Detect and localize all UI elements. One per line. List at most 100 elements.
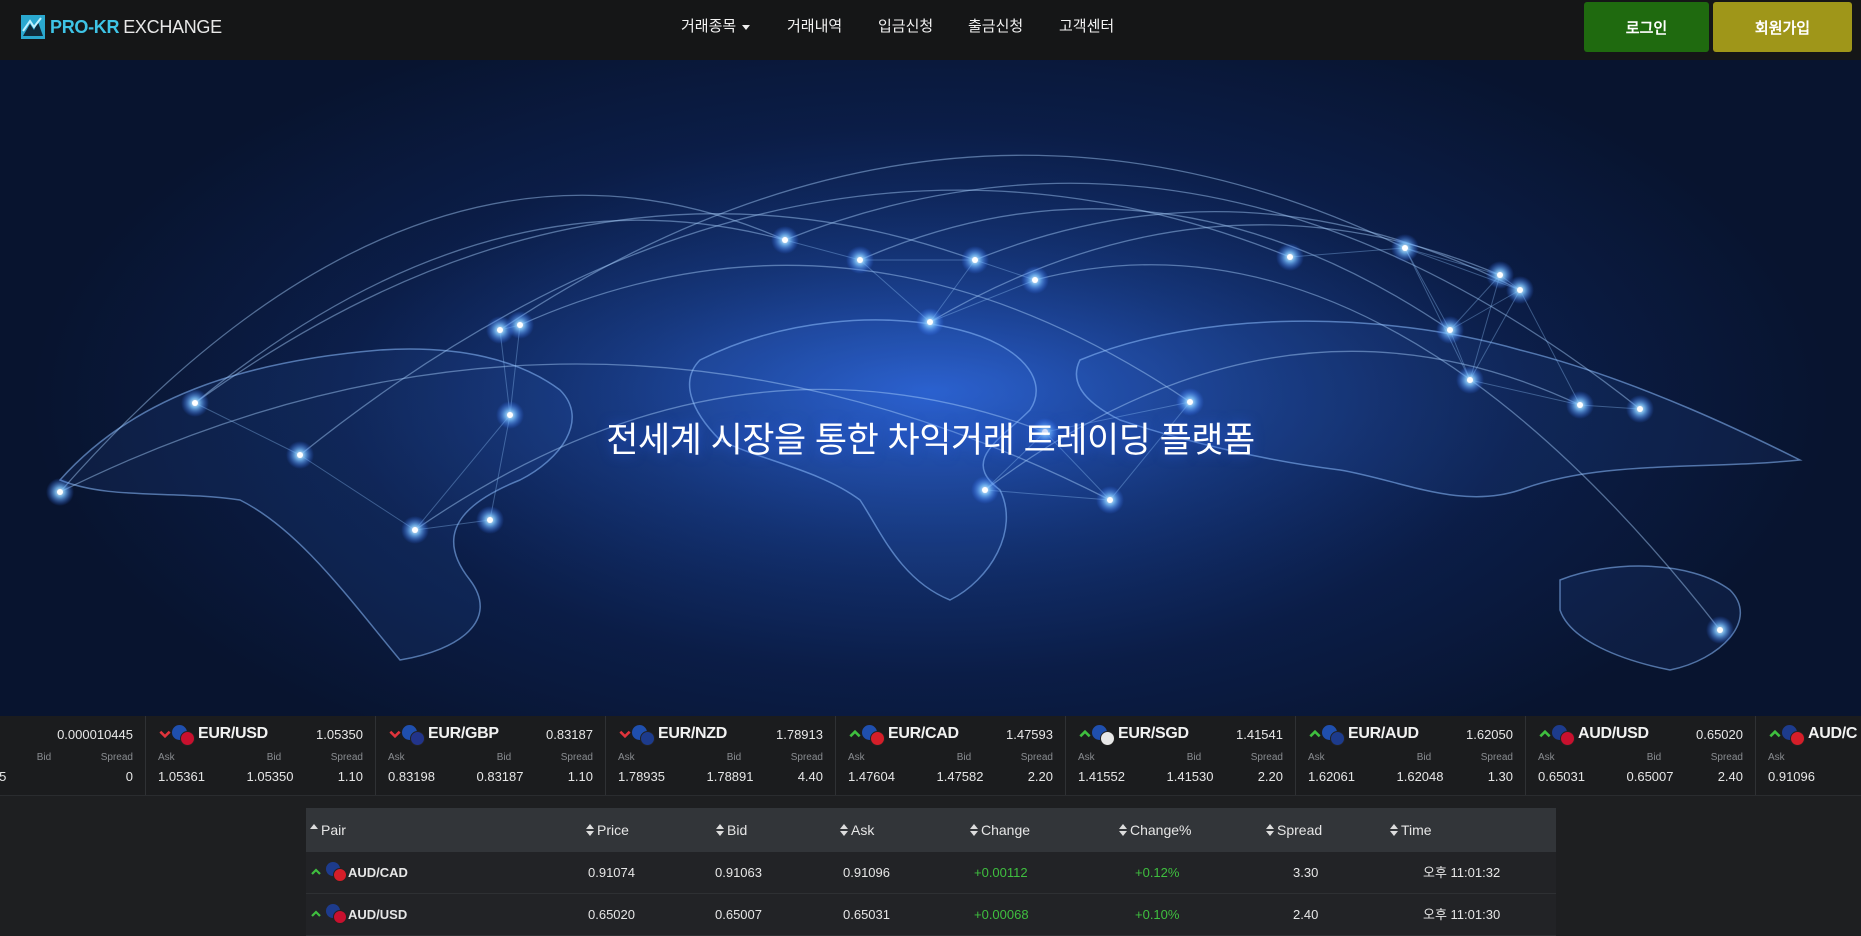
ticker-item[interactable]: EUR/CAD 1.47593 Ask Bid Spread 1.47604 1.47582… <box>836 716 1066 795</box>
ticker-item[interactable]: EUR/AUD 1.62050 Ask Bid Spread 1.62061 1.62048… <box>1296 716 1526 795</box>
cell-change-pct: +0.12% <box>1135 865 1180 880</box>
spread-label: Spread <box>790 752 823 763</box>
nav-deposit[interactable]: 입금신청 <box>878 16 933 38</box>
bid-label: Bid <box>1416 752 1432 763</box>
spread-label: Spread <box>1480 752 1513 763</box>
column-header-time[interactable]: Time <box>1390 808 1432 852</box>
ask-value: 1.47604 <box>848 769 895 784</box>
ticker-item[interactable]: EUR/NZD 1.78913 Ask Bid Spread 1.78935 1.78891… <box>606 716 836 795</box>
cell-ask: 0.65031 <box>843 907 890 922</box>
network-node <box>1447 327 1453 333</box>
network-node <box>487 517 493 523</box>
column-header-label: Price <box>597 822 629 838</box>
ticker-price: 0.000010445 <box>57 727 133 742</box>
nav-support[interactable]: 고객센터 <box>1059 16 1114 38</box>
column-header-price[interactable]: Price <box>586 808 629 852</box>
network-node <box>1107 497 1113 503</box>
ticker-pair: EUR/GBP <box>428 725 499 742</box>
column-header-label: Pair <box>321 822 346 838</box>
login-button[interactable]: 로그인 <box>1584 2 1709 52</box>
ticker-pair: AUD/USD <box>1578 725 1649 742</box>
ticker-price: 1.47593 <box>1006 727 1053 742</box>
table-row[interactable]: AUD/USD 0.65020 0.65007 0.65031 +0.00068 +0.1… <box>306 894 1556 936</box>
column-header-pair[interactable]: Pair <box>310 808 346 852</box>
ticker-price: 0.83187 <box>546 727 593 742</box>
ticker-item[interactable]: EUR/SGD 1.41541 Ask Bid Spread 1.41552 1.41530… <box>1066 716 1296 795</box>
column-header-change-pct[interactable]: Change% <box>1119 808 1192 852</box>
currency-flags-icon <box>1092 725 1116 747</box>
nav-withdraw[interactable]: 출금신청 <box>968 16 1023 38</box>
bid-label: Bid <box>496 752 512 763</box>
ticker-item[interactable]: /BTC0.000010445 Bid Spread 350.000010445 0 <box>0 716 146 795</box>
network-node <box>517 322 523 328</box>
bid-value: 1.62048 <box>1396 769 1444 784</box>
bid-value: 0.9 <box>1840 769 1861 784</box>
ask-label: Ask <box>848 752 865 763</box>
spread-value: 4.40 <box>797 769 823 784</box>
ticker-head: EUR/NZD 1.78913 <box>618 725 823 746</box>
main-nav: 거래종목 거래내역 입금신청 출금신청 고객센터 <box>0 0 1861 54</box>
network-node <box>782 237 788 243</box>
column-header-bid[interactable]: Bid <box>716 808 747 852</box>
bid-value: 0.65007 <box>1626 769 1674 784</box>
chevron-up-icon <box>1769 729 1781 738</box>
ticker-head: EUR/AUD 1.62050 <box>1308 725 1513 746</box>
ticker-labels: Ask Bid Spread <box>848 752 1053 764</box>
world-network-illustration <box>46 154 1803 671</box>
ticker-item[interactable]: AUD/C Ask 0.91096 0.9 <box>1756 716 1861 795</box>
currency-flags-icon <box>1782 725 1806 747</box>
table-row[interactable]: AUD/CAD 0.91074 0.91063 0.91096 +0.00112 +0.1… <box>306 852 1556 894</box>
flag-quote-icon <box>333 868 347 882</box>
nav-trade-history[interactable]: 거래내역 <box>787 16 842 38</box>
nav-trading-items[interactable]: 거래종목 <box>681 16 751 38</box>
ticker-values: 0.91096 0.9 <box>1768 769 1861 785</box>
network-node <box>927 319 933 325</box>
ticker-head: EUR/USD 1.05350 <box>158 725 363 746</box>
chevron-up-icon <box>311 910 321 917</box>
currency-flags-icon <box>326 862 348 884</box>
currency-flags-icon <box>862 725 886 747</box>
ticker-item[interactable]: EUR/USD 1.05350 Ask Bid Spread 1.05361 1.05350… <box>146 716 376 795</box>
ask-value: 1.41552 <box>1078 769 1125 784</box>
spread-value: 1.30 <box>1487 769 1513 784</box>
network-node <box>1467 377 1473 383</box>
spread-value: 2.20 <box>1027 769 1053 784</box>
flag-quote-icon <box>1560 731 1575 746</box>
spread-value: 1.10 <box>567 769 593 784</box>
column-header-ask[interactable]: Ask <box>840 808 874 852</box>
bid-label: Bid <box>726 752 742 763</box>
column-header-label: Change% <box>1130 822 1192 838</box>
spread-label: Spread <box>1020 752 1053 763</box>
quotes-table: Pair Price Bid Ask Change Change% Spread Time A… <box>306 808 1556 936</box>
flag-quote-icon <box>870 731 885 746</box>
signup-button[interactable]: 회원가입 <box>1713 2 1852 52</box>
chevron-up-icon <box>1309 729 1321 738</box>
ask-value: 0.65031 <box>1538 769 1585 784</box>
ask-value: 1.78935 <box>618 769 665 784</box>
ask-value: 0.91096 <box>1768 769 1815 784</box>
ticker-item[interactable]: EUR/GBP 0.83187 Ask Bid Spread 0.83198 0.83187… <box>376 716 606 795</box>
ticker-price: 1.62050 <box>1466 727 1513 742</box>
network-node <box>57 489 63 495</box>
ticker-item[interactable]: AUD/USD 0.65020 Ask Bid Spread 0.65031 0.65007… <box>1526 716 1756 795</box>
currency-flags-icon <box>326 904 348 926</box>
ticker-labels: Bid Spread <box>0 752 133 764</box>
bid-label: Bid <box>1646 752 1662 763</box>
sort-icon <box>1119 824 1128 837</box>
column-header-change[interactable]: Change <box>970 808 1030 852</box>
chevron-down-icon <box>389 730 401 739</box>
column-header-spread[interactable]: Spread <box>1266 808 1322 852</box>
cell-change: +0.00112 <box>974 865 1028 880</box>
ticker-labels: Ask Bid Spread <box>1308 752 1513 764</box>
ticker-pair: EUR/USD <box>198 725 268 742</box>
sort-icon <box>716 824 725 837</box>
cell-time: 오후 11:01:30 <box>1423 907 1501 922</box>
spread-label: Spread <box>1710 752 1743 763</box>
ticker-pair: EUR/SGD <box>1118 725 1189 742</box>
ticker-labels: Ask Bid Spread <box>618 752 823 764</box>
currency-flags-icon <box>402 725 426 747</box>
sort-icon <box>970 824 979 837</box>
table-body: AUD/CAD 0.91074 0.91063 0.91096 +0.00112 +0.1… <box>306 852 1556 936</box>
chevron-down-icon <box>159 730 171 739</box>
ticker-pair: EUR/CAD <box>888 725 959 742</box>
